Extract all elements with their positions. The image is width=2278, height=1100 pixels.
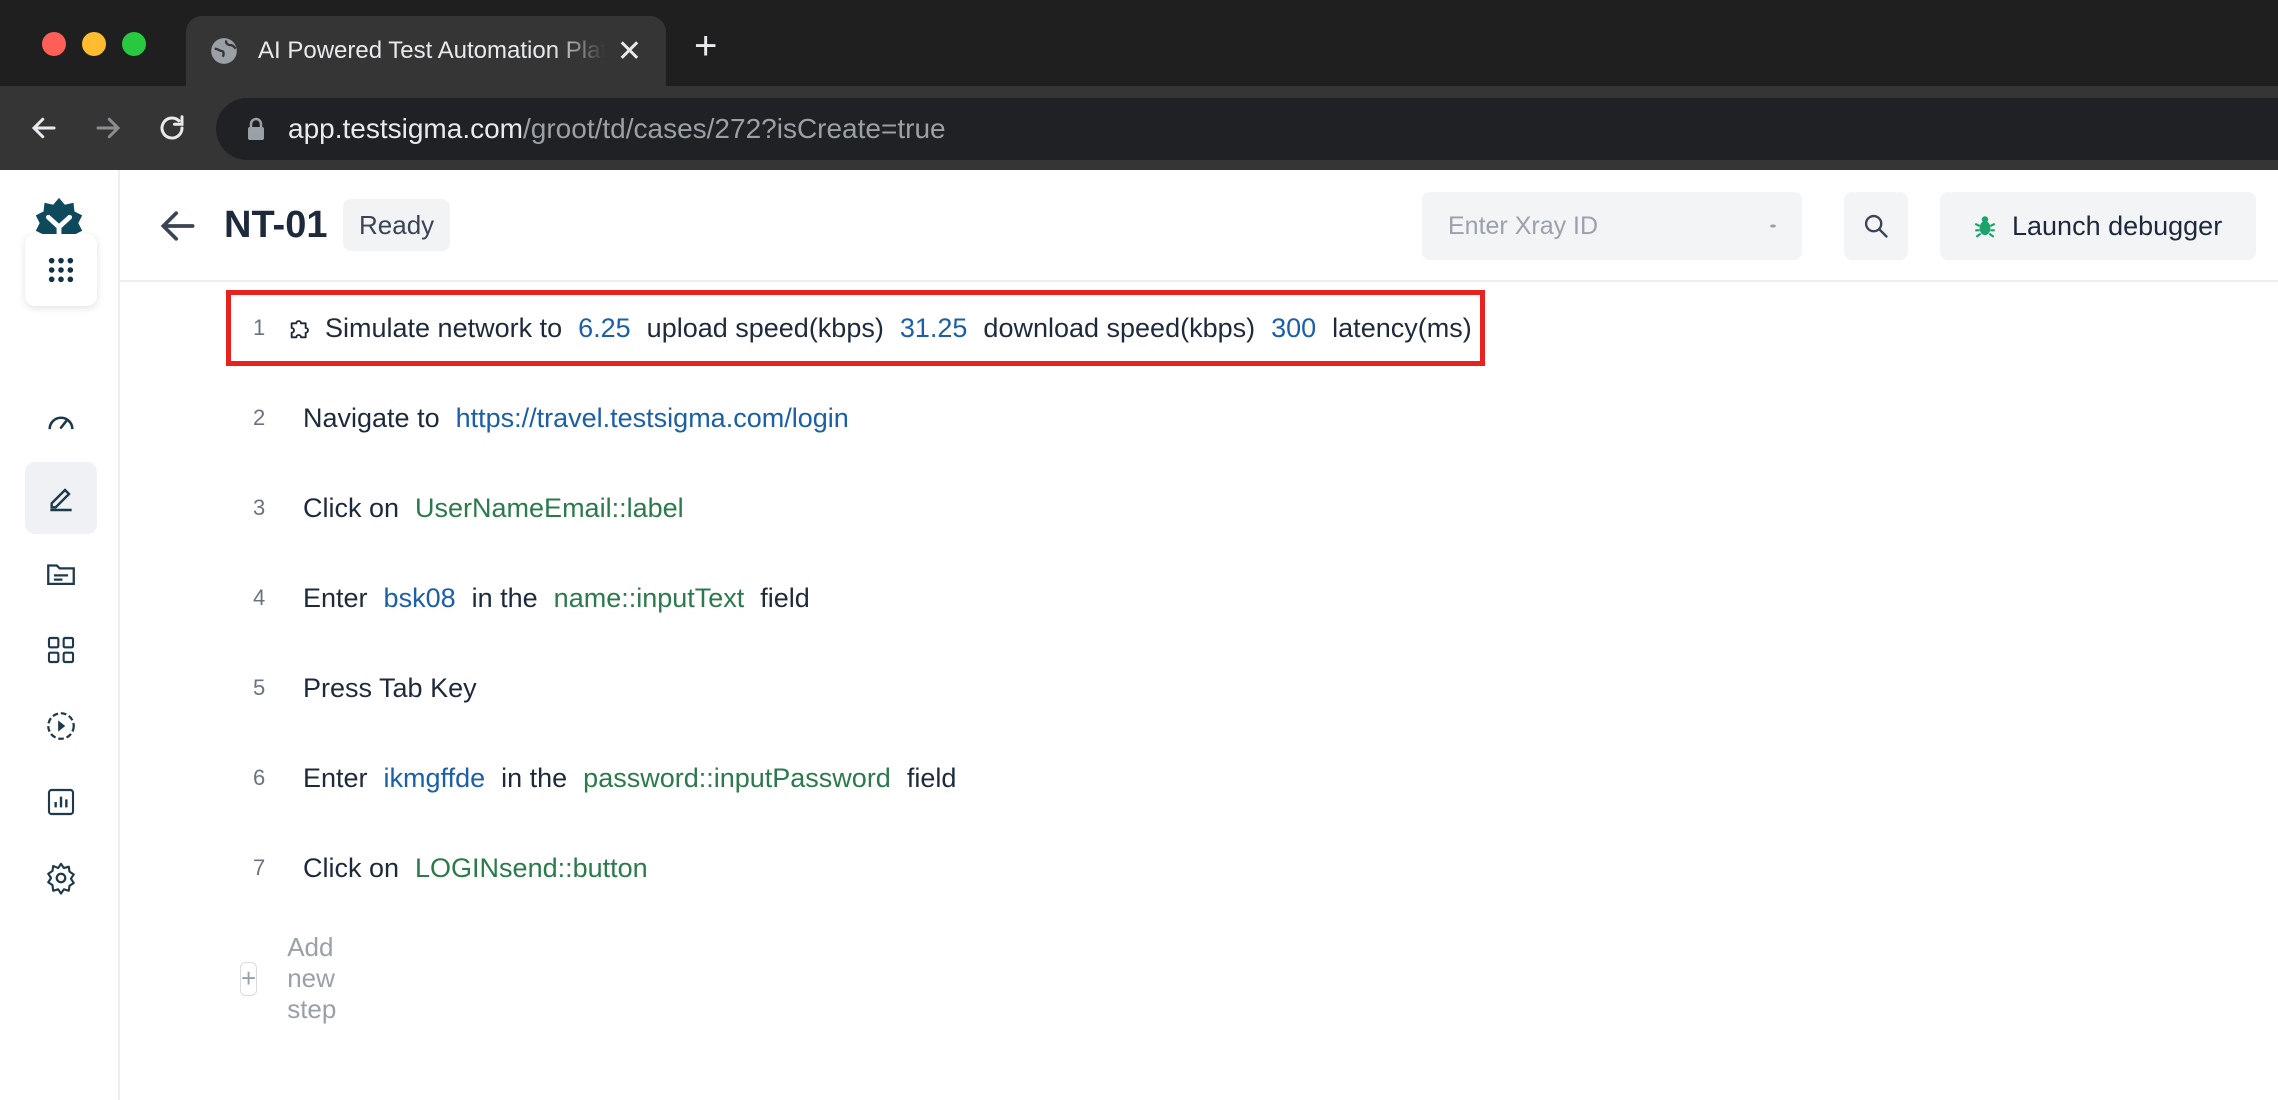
step-number: 1: [253, 315, 266, 340]
step-text: field: [906, 762, 957, 793]
step-test-data-value[interactable]: bsk08: [384, 583, 456, 614]
step-text: Click on: [303, 852, 400, 883]
sidebar-item-dashboard[interactable]: [25, 386, 97, 458]
blocks-icon: [47, 636, 75, 664]
step-number: 5: [253, 675, 266, 700]
sidebar-item-test-development[interactable]: [25, 462, 97, 534]
sidebar: [0, 170, 120, 1100]
step-text: download speed(kbps): [983, 312, 1256, 343]
reload-icon: [160, 115, 184, 140]
browser-tab[interactable]: AI Powered Test Automation Platform ✕: [186, 16, 666, 86]
step-text: upload speed(kbps): [646, 312, 884, 343]
step-text: Click on: [303, 492, 400, 523]
maximize-window-button[interactable]: [122, 32, 146, 56]
plus-icon: +: [240, 961, 258, 996]
chart-icon: [47, 788, 75, 816]
step-text: Enter: [303, 582, 368, 613]
arrow-left-icon: [31, 117, 56, 139]
page-header: NT-01 Ready Launch debugger: [120, 170, 2278, 282]
browser-tab-strip: AI Powered Test Automation Platform ✕ +: [0, 0, 2278, 86]
sidebar-item-test-data[interactable]: [25, 538, 97, 610]
sidebar-item-reports[interactable]: [25, 766, 97, 838]
close-tab-icon[interactable]: ✕: [617, 34, 642, 69]
step-test-data-value[interactable]: 31.25: [900, 313, 968, 344]
step-text: latency(ms): [1332, 312, 1472, 343]
forward-nav-button[interactable]: [86, 106, 130, 150]
arrow-right-icon: [96, 117, 121, 139]
step-number: 6: [253, 765, 266, 790]
url-host: app.testsigma.com: [288, 113, 523, 144]
step-element-name[interactable]: UserNameEmail::label: [415, 493, 684, 524]
step-text: in the: [501, 762, 568, 793]
test-step-row[interactable]: 5 Press Tab Key: [231, 650, 477, 726]
url-path: /groot/td/cases/272?isCreate=true: [523, 113, 946, 144]
sidebar-item-runs[interactable]: [25, 690, 97, 762]
search-button[interactable]: [1844, 192, 1908, 260]
step-test-data-value[interactable]: ikmgffde: [384, 763, 486, 794]
back-arrow-icon[interactable]: [156, 204, 200, 248]
test-step-row[interactable]: 1 Simulate network to 6.25 upload speed(kbp…: [226, 290, 1485, 366]
test-step-row[interactable]: 6 Enter ikmgffde in the password::inputPassw…: [231, 740, 956, 816]
step-element-name[interactable]: name::inputText: [554, 583, 745, 614]
status-badge[interactable]: Ready: [343, 199, 451, 251]
add-new-step-label: Add new step: [287, 932, 337, 1024]
test-step-row[interactable]: 2 Navigate to https://travel.testsigma.com…: [231, 380, 849, 456]
addon-puzzle-icon: [290, 320, 309, 339]
speedometer-icon: [48, 416, 74, 430]
step-element-name[interactable]: password::inputPassword: [583, 763, 891, 794]
xray-id-input[interactable]: [1448, 211, 1770, 241]
back-nav-button[interactable]: [22, 106, 66, 150]
minimize-window-button[interactable]: [82, 32, 106, 56]
close-window-button[interactable]: [42, 32, 66, 56]
test-step-row[interactable]: 7 Click on LOGINsend::button: [231, 830, 648, 906]
step-number: 2: [253, 405, 266, 430]
new-tab-button[interactable]: +: [694, 26, 717, 66]
test-case-id: NT-01: [224, 204, 328, 246]
app-content: NT-01 Ready Launch debugger 1 Simulate ne…: [0, 170, 2278, 1100]
xray-id-field[interactable]: [1422, 192, 1802, 260]
test-step-row[interactable]: 4 Enter bsk08 in the name::inputText field: [231, 560, 810, 636]
reload-button[interactable]: [150, 106, 194, 150]
step-text: in the: [471, 582, 538, 613]
globe-icon: [211, 38, 237, 64]
add-new-step-button[interactable]: + Add new step: [240, 932, 353, 1025]
lock-icon: [248, 117, 264, 140]
step-test-data-value[interactable]: 300: [1271, 313, 1316, 344]
step-text: Navigate to: [303, 402, 440, 433]
play-circle-icon: [47, 712, 75, 740]
sidebar-item-apps-menu[interactable]: [25, 234, 97, 306]
step-test-data-value[interactable]: https://travel.testsigma.com/login: [456, 403, 849, 434]
tab-title: AI Powered Test Automation Platform: [258, 37, 605, 64]
step-text: Simulate network to: [325, 312, 563, 343]
step-test-data-value[interactable]: 6.25: [578, 313, 631, 344]
step-number: 3: [253, 495, 266, 520]
url-text: app.testsigma.com/groot/td/cases/272?isC…: [288, 113, 946, 145]
launch-debugger-label: Launch debugger: [2012, 210, 2223, 241]
launch-debugger-button[interactable]: Launch debugger: [1940, 192, 2256, 260]
browser-toolbar: app.testsigma.com/groot/td/cases/272?isC…: [0, 86, 2278, 170]
step-text: Enter: [303, 762, 368, 793]
step-text: field: [760, 582, 810, 613]
step-element-name[interactable]: LOGINsend::button: [415, 853, 648, 884]
folder-icon: [47, 564, 75, 586]
step-number: 7: [253, 855, 266, 880]
address-bar[interactable]: app.testsigma.com/groot/td/cases/272?isC…: [216, 98, 2278, 160]
search-icon: [1864, 214, 1888, 238]
link-icon[interactable]: [1770, 210, 1776, 242]
bug-icon: [1974, 216, 1996, 238]
grid-dots-icon: [48, 257, 74, 283]
gear-icon: [47, 862, 75, 895]
step-number: 4: [253, 585, 266, 610]
sidebar-item-add-ons[interactable]: [25, 614, 97, 686]
test-step-row[interactable]: 3 Click on UserNameEmail::label: [231, 470, 684, 546]
step-text: Press Tab Key: [303, 672, 477, 703]
pen-icon: [50, 488, 72, 512]
sidebar-item-settings[interactable]: [25, 842, 97, 914]
